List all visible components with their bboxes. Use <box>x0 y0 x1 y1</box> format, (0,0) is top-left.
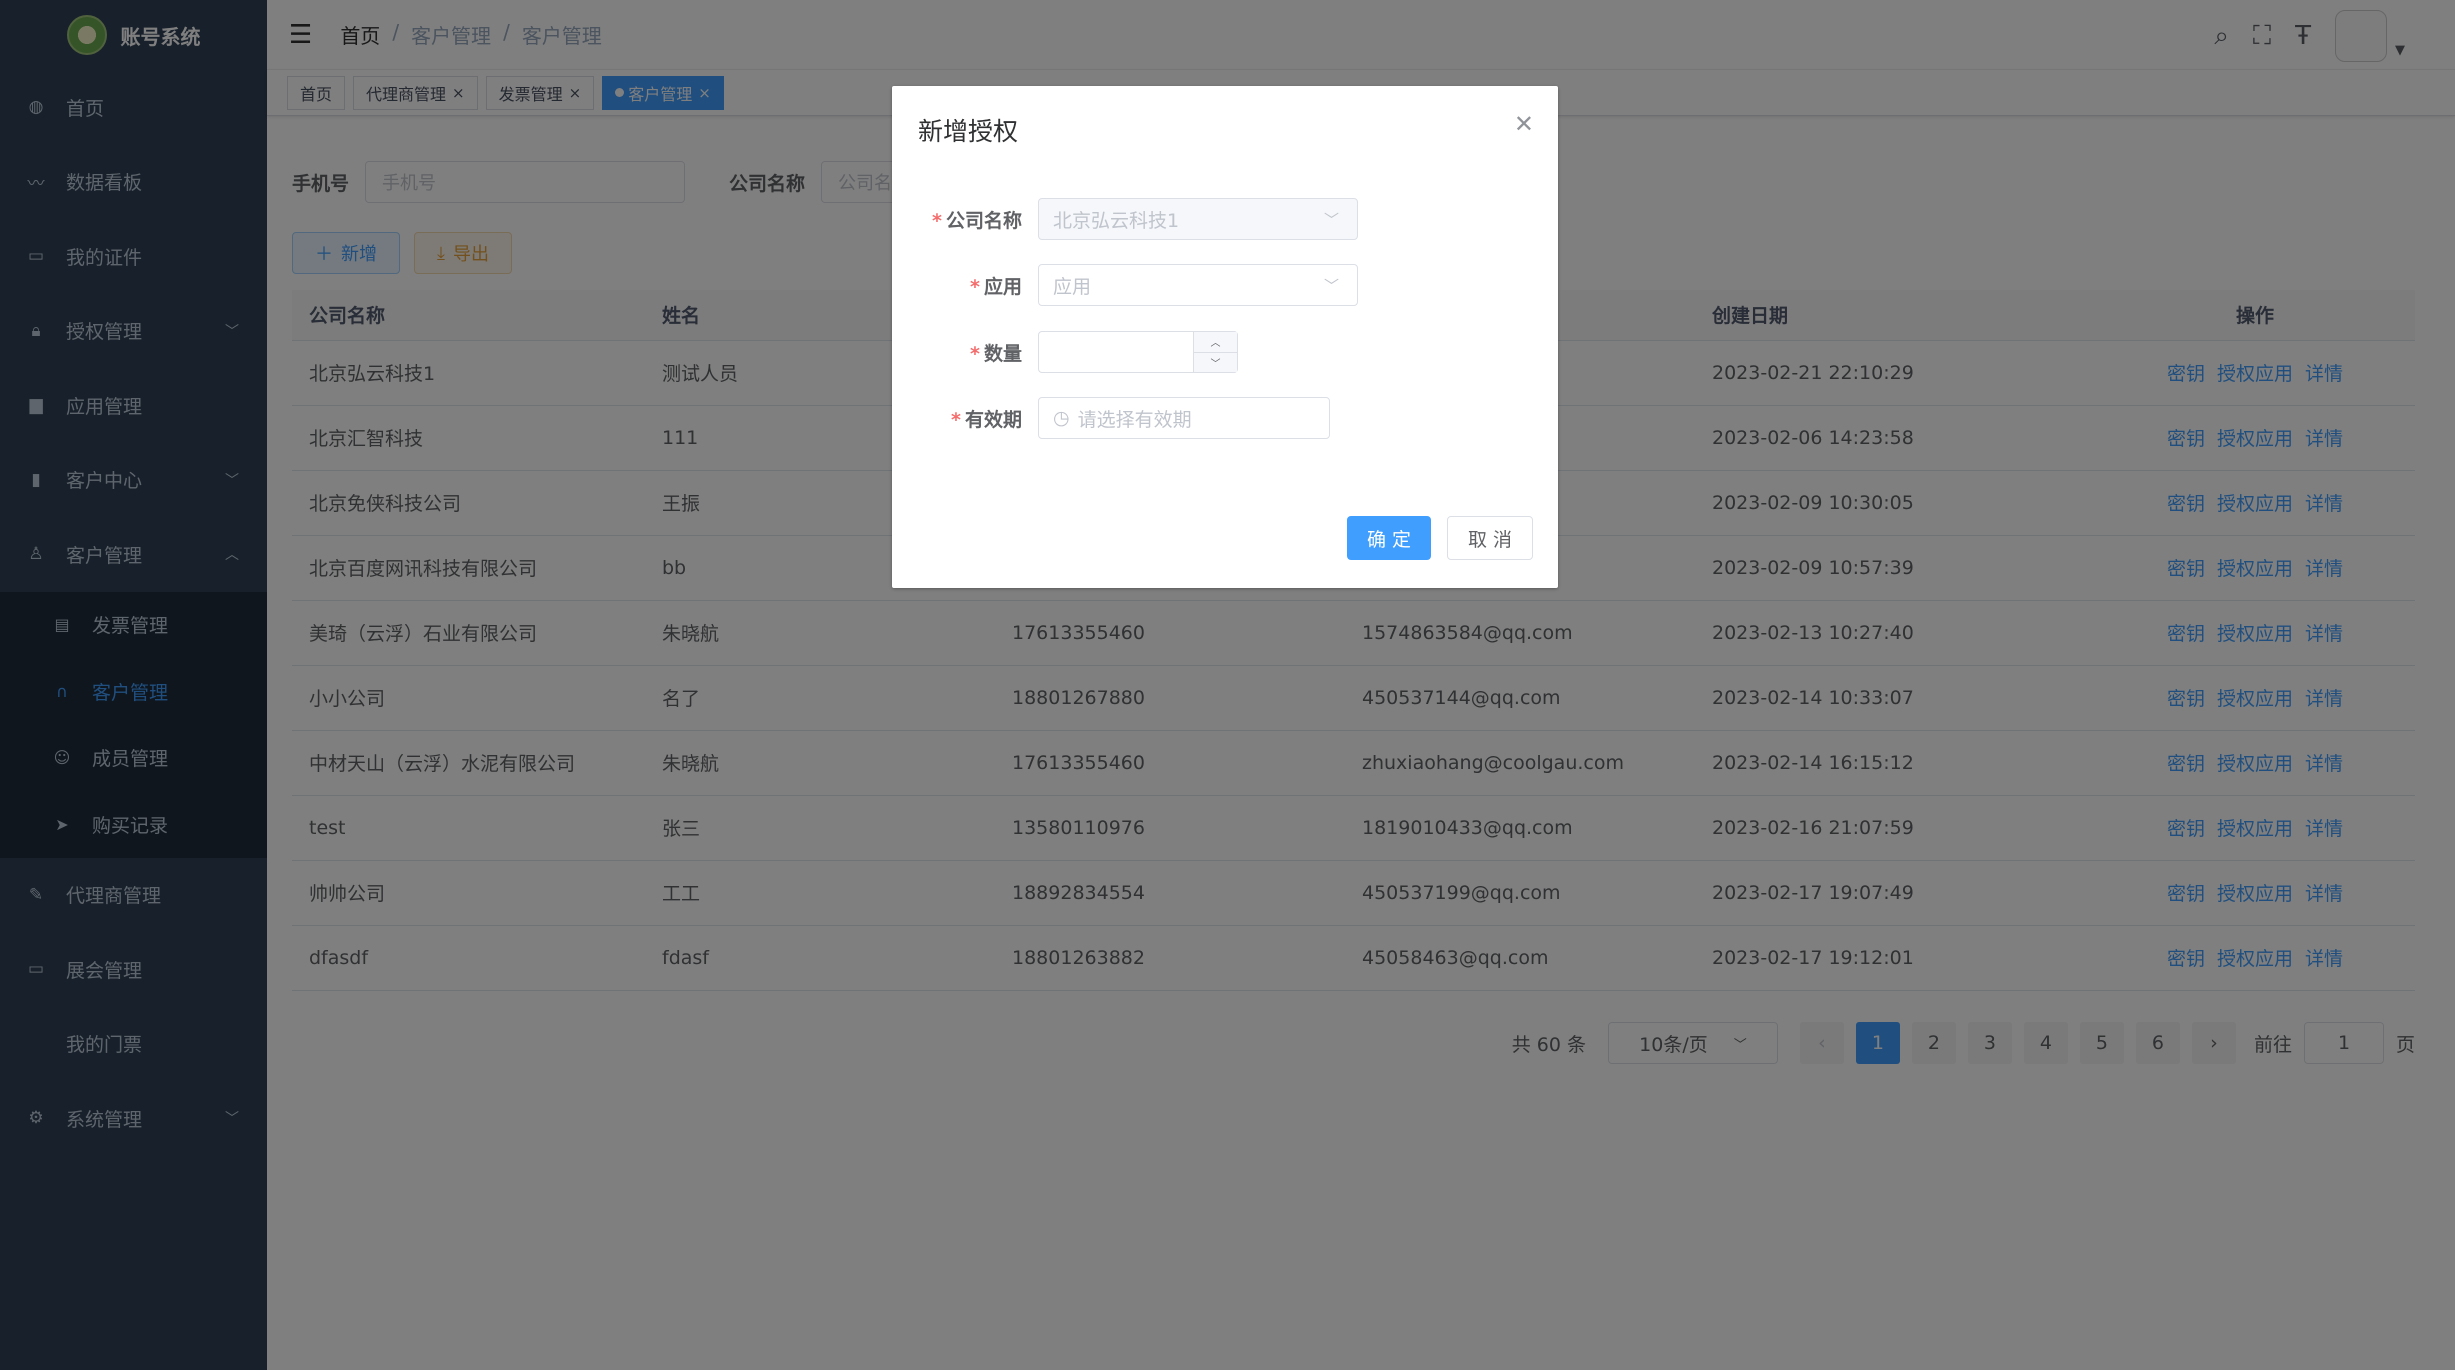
chevron-down-icon: ﹀ <box>1323 276 1339 295</box>
confirm-button[interactable]: 确 定 <box>1347 516 1431 560</box>
form-row-quantity: * 数量 ︿ ﹀ <box>892 331 1558 373</box>
quantity-stepper[interactable]: ︿ ﹀ <box>1038 331 1238 373</box>
increase-icon[interactable]: ︿ <box>1194 332 1237 353</box>
validity-label: 有效期 <box>964 408 1022 431</box>
dialog-title: 新增授权 <box>918 117 1019 146</box>
app-label: 应用 <box>983 275 1022 298</box>
company-label: 公司名称 <box>945 209 1022 232</box>
add-authorization-dialog: 新增授权 ✕ * 公司名称 北京弘云科技1 ﹀ * 应用 应用 ﹀ * 数量 ︿ ﹀ … <box>892 86 1558 588</box>
decrease-icon[interactable]: ﹀ <box>1194 353 1237 373</box>
chevron-down-icon: ﹀ <box>1323 210 1339 229</box>
required-mark: * <box>970 342 980 365</box>
form-row-validity: * 有效期 ◷ 请选择有效期 <box>892 397 1558 439</box>
validity-date-picker[interactable]: ◷ 请选择有效期 <box>1038 397 1330 439</box>
required-mark: * <box>970 275 980 298</box>
form-row-app: * 应用 应用 ﹀ <box>892 264 1558 306</box>
cancel-button[interactable]: 取 消 <box>1447 516 1533 560</box>
app-select[interactable]: 应用 ﹀ <box>1038 264 1358 306</box>
company-select[interactable]: 北京弘云科技1 ﹀ <box>1038 198 1358 240</box>
form-row-company: * 公司名称 北京弘云科技1 ﹀ <box>892 198 1558 240</box>
close-icon[interactable]: ✕ <box>1514 110 1534 138</box>
required-mark: * <box>951 408 961 431</box>
clock-icon: ◷ <box>1053 407 1070 429</box>
required-mark: * <box>932 209 942 232</box>
quantity-label: 数量 <box>983 342 1022 365</box>
